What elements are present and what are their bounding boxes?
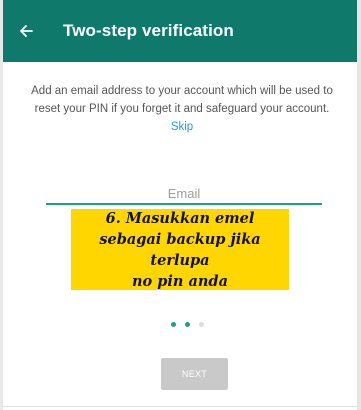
screen: Two-step verification Add an email addre… bbox=[0, 0, 361, 410]
description-text: Add an email address to your account whi… bbox=[26, 82, 338, 136]
right-border bbox=[357, 0, 361, 410]
description-body: Add an email address to your account whi… bbox=[31, 85, 333, 115]
email-field[interactable] bbox=[46, 183, 322, 205]
arrow-left-icon bbox=[20, 25, 33, 37]
page-dot-2 bbox=[185, 322, 190, 327]
app-bar: Two-step verification bbox=[3, 0, 357, 62]
tutorial-caption: 6. Masukkan emel sebagai backup jika ter… bbox=[71, 209, 289, 290]
caption-line-2: sebagai backup jika terlupa bbox=[99, 230, 261, 269]
skip-link[interactable]: Skip bbox=[171, 121, 193, 133]
page-title: Two-step verification bbox=[63, 21, 234, 40]
back-button[interactable] bbox=[3, 0, 49, 62]
next-button[interactable]: NEXT bbox=[161, 358, 228, 390]
page-indicator bbox=[0, 322, 361, 332]
page-dot-1 bbox=[171, 322, 176, 327]
bottom-divider bbox=[3, 406, 357, 407]
page-dot-3 bbox=[199, 322, 204, 327]
caption-line-1: 6. Masukkan emel bbox=[105, 209, 255, 227]
caption-line-3: no pin anda bbox=[132, 272, 228, 290]
